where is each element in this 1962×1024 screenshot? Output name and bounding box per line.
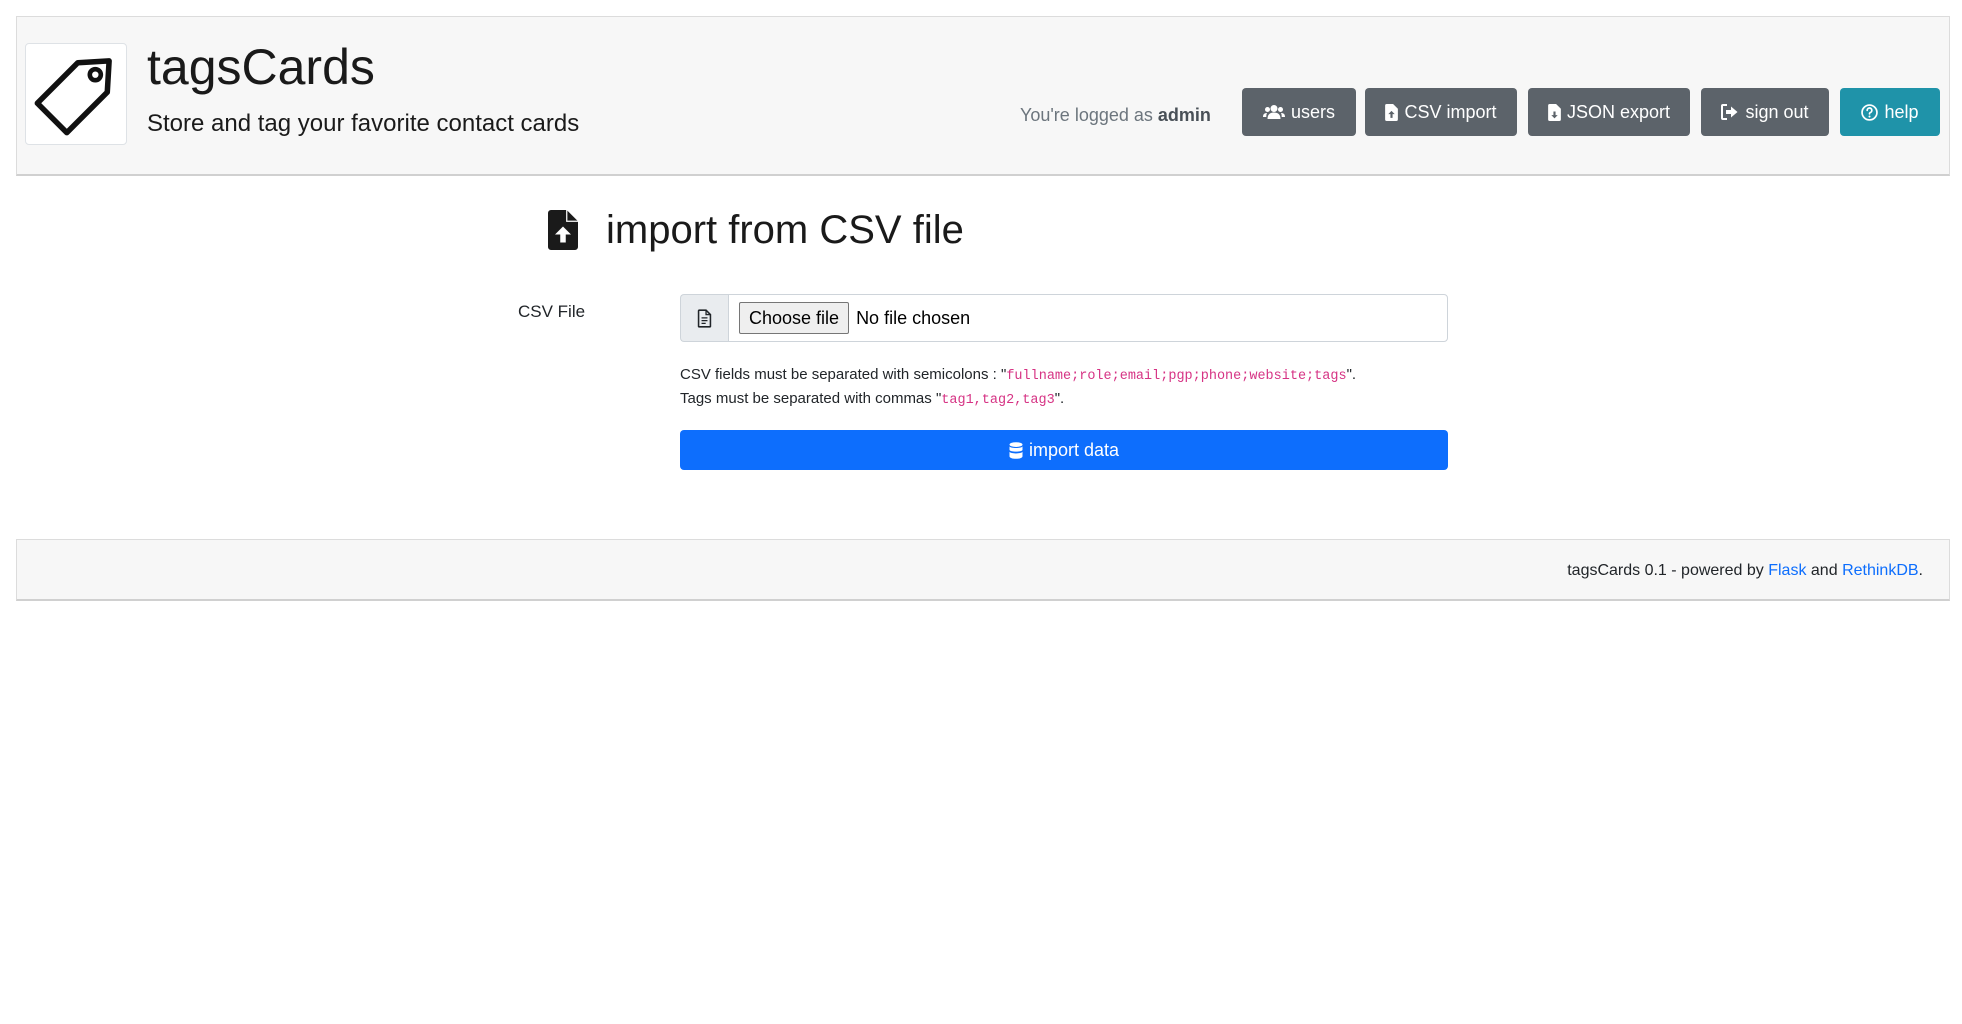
sign-out-label: sign out — [1745, 101, 1809, 122]
file-upload-icon — [1385, 103, 1399, 121]
footer-text: tagsCards 0.1 - powered by Flask and Ret… — [1567, 562, 1923, 580]
footer-prefix: tagsCards 0.1 - powered by — [1567, 562, 1764, 579]
csv-file-input-group: Choose file No file chosen — [680, 294, 1448, 342]
tag-icon — [34, 58, 112, 136]
hint1-prefix: CSV fields must be separated with semico… — [680, 366, 1007, 383]
hint2-prefix: Tags must be separated with commas " — [680, 390, 942, 407]
username: admin — [1157, 105, 1211, 125]
csv-file-label: CSV File — [518, 302, 586, 321]
import-data-button[interactable]: import data — [680, 430, 1448, 470]
file-download-icon — [1548, 103, 1561, 121]
file-upload-icon — [548, 210, 578, 255]
app-subtitle: Store and tag your favorite contact card… — [147, 110, 580, 137]
hint1-code: fullname;role;email;pgp;phone;website;ta… — [1006, 369, 1347, 384]
import-data-label: import data — [1028, 439, 1120, 460]
logo — [25, 43, 127, 145]
users-button[interactable]: users — [1242, 88, 1356, 136]
rethinkdb-link[interactable]: RethinkDB — [1842, 562, 1918, 579]
login-prefix: You're logged as — [1020, 105, 1153, 125]
app-title: tagsCards — [147, 39, 375, 95]
hint2-code: tag1,tag2,tag3 — [941, 393, 1055, 408]
json-export-button[interactable]: JSON export — [1528, 88, 1690, 136]
hint2-suffix: ". — [1054, 390, 1065, 407]
database-icon — [1009, 441, 1023, 459]
flask-link[interactable]: Flask — [1768, 562, 1806, 579]
footer-suffix: . — [1918, 562, 1923, 579]
csv-format-hint: CSV fields must be separated with semico… — [680, 366, 1440, 385]
csv-file-input[interactable]: Choose file No file chosen — [728, 294, 1448, 342]
question-circle-icon — [1861, 103, 1879, 121]
help-label: help — [1884, 101, 1919, 122]
users-button-label: users — [1290, 101, 1335, 122]
help-button[interactable]: help — [1840, 88, 1940, 136]
tags-format-hint: Tags must be separated with commas "tag1… — [680, 390, 1440, 409]
login-status: You're logged as admin — [1020, 103, 1211, 128]
hint1-suffix: ". — [1346, 366, 1357, 383]
sign-out-button[interactable]: sign out — [1701, 88, 1829, 136]
header: tagsCards Store and tag your favorite co… — [16, 16, 1950, 176]
file-status: No file chosen — [856, 307, 971, 328]
file-text-icon — [697, 308, 712, 328]
footer: tagsCards 0.1 - powered by Flask and Ret… — [16, 539, 1950, 601]
users-icon — [1262, 105, 1285, 119]
file-addon — [680, 294, 728, 342]
csv-import-button[interactable]: CSV import — [1365, 88, 1517, 136]
choose-file-button[interactable]: Choose file — [739, 302, 850, 334]
page-title: import from CSV file — [606, 208, 964, 252]
footer-middle: and — [1810, 562, 1838, 579]
json-export-label: JSON export — [1566, 101, 1671, 122]
sign-out-icon — [1721, 104, 1738, 120]
csv-import-label: CSV import — [1404, 101, 1497, 122]
